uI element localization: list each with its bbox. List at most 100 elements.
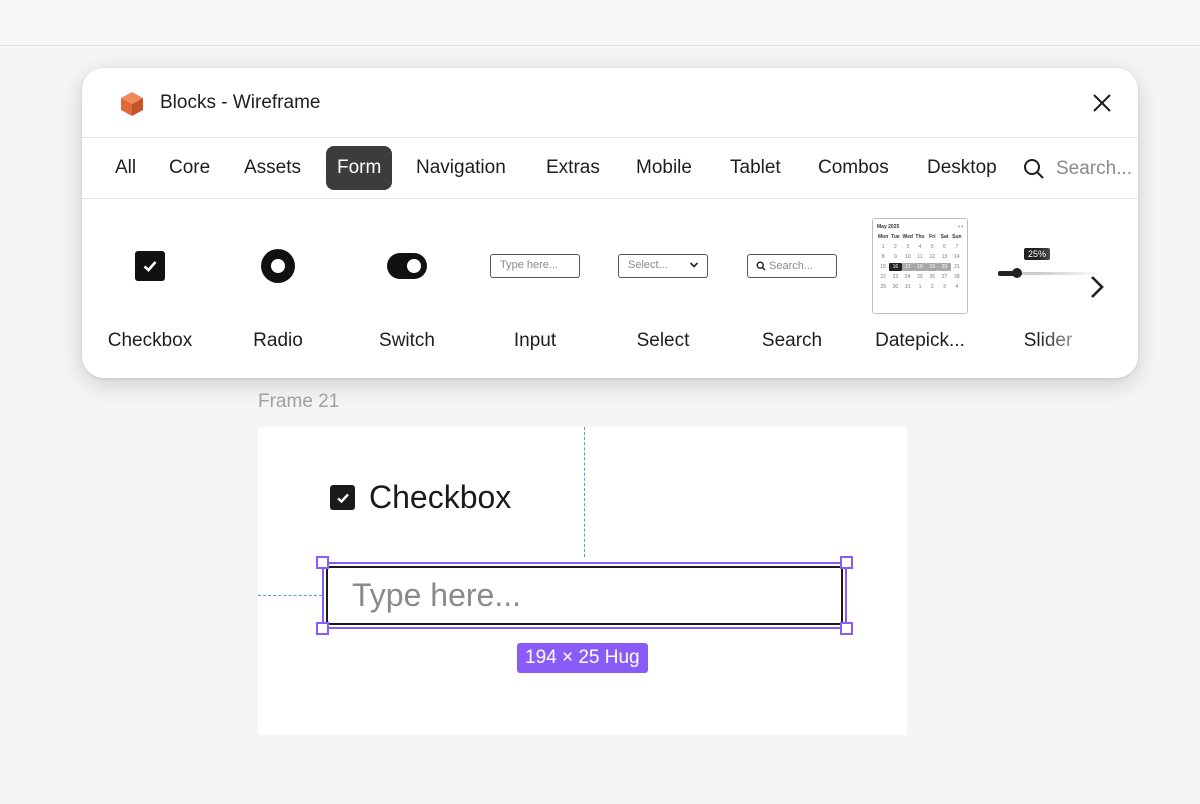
calendar-day: 22 xyxy=(880,274,886,280)
selection-box[interactable] xyxy=(316,556,853,635)
calendar-day: 28 xyxy=(954,274,960,280)
calendar-day: 20 xyxy=(938,263,951,271)
block-search[interactable]: Search... Search xyxy=(728,200,856,378)
resize-handle-top-left[interactable] xyxy=(316,556,329,569)
checkbox-checked-icon xyxy=(135,251,165,281)
checkbox-label: Checkbox xyxy=(369,479,512,515)
chevron-down-icon xyxy=(689,262,699,268)
tab-tablet[interactable]: Tablet xyxy=(719,146,792,190)
calendar-day: 3 xyxy=(906,244,910,250)
size-badge: 194 × 25 Hug xyxy=(517,643,648,673)
calendar-day: 14 xyxy=(954,254,960,260)
search-preview-text: Search... xyxy=(769,259,814,272)
search-input[interactable] xyxy=(1056,153,1138,185)
block-label: Select xyxy=(636,330,690,351)
resize-handle-bottom-left[interactable] xyxy=(316,622,329,635)
search-icon[interactable] xyxy=(1022,157,1046,181)
resize-handle-top-right[interactable] xyxy=(840,556,853,569)
calendar-day: 17 xyxy=(901,263,914,271)
calendar-day: 31 xyxy=(904,284,911,290)
calendar-day: 30 xyxy=(892,284,899,290)
calendar-day: 1 xyxy=(881,244,885,250)
search-icon xyxy=(756,261,766,271)
calendar-day: 6 xyxy=(943,244,946,250)
block-label: Slider xyxy=(1023,330,1073,351)
calendar-weekday: Thu xyxy=(915,234,925,240)
calendar-day: 23 xyxy=(892,274,899,280)
canvas-text-input[interactable] xyxy=(326,566,843,625)
block-radio[interactable]: Radio xyxy=(214,200,342,378)
calendar-day: 12 xyxy=(929,254,936,260)
block-label: Radio xyxy=(253,330,303,351)
tab-assets[interactable]: Assets xyxy=(233,146,312,190)
slider-thumb xyxy=(1012,268,1022,278)
calendar-day: 18 xyxy=(913,263,927,271)
calendar-day: 15 xyxy=(880,264,886,270)
calendar-day: 11 xyxy=(917,254,923,260)
block-label: Input xyxy=(513,330,557,351)
tab-desktop[interactable]: Desktop xyxy=(916,146,1008,190)
block-label: Checkbox xyxy=(107,330,193,351)
block-select[interactable]: Select... Select xyxy=(599,200,727,378)
tab-mobile[interactable]: Mobile xyxy=(625,146,703,190)
vertical-guide xyxy=(584,427,585,557)
calendar-month: May 2025 xyxy=(877,224,900,230)
tab-extras[interactable]: Extras xyxy=(535,146,611,190)
tab-combos[interactable]: Combos xyxy=(807,146,900,190)
blocks-gallery: Checkbox Radio Switch Type here... Input… xyxy=(82,200,1138,378)
calendar-day: 25 xyxy=(917,274,923,280)
calendar-weekday: Mon xyxy=(878,234,889,240)
calendar-day: 19 xyxy=(926,263,939,271)
checkbox-checked-icon[interactable] xyxy=(330,485,355,510)
tab-navigation[interactable]: Navigation xyxy=(405,146,517,190)
calendar-nav-icon: ‹ › xyxy=(958,224,963,230)
calendar-preview: May 2025 ‹ › Mon Tue Wed Thu Fri Sat Sun 1 2 3 4 5 6… xyxy=(872,218,968,314)
frame-label[interactable]: Frame 21 xyxy=(258,391,339,413)
calendar-weekday: Wed xyxy=(902,234,913,240)
block-label: Search xyxy=(761,330,823,351)
block-input[interactable]: Type here... Input xyxy=(471,200,599,378)
resize-handle-bottom-right[interactable] xyxy=(840,622,853,635)
calendar-day: 29 xyxy=(880,284,886,290)
calendar-day: 9 xyxy=(894,254,897,260)
calendar-weekday: Sun xyxy=(952,234,962,240)
slider-preview-widget: 25% xyxy=(998,246,1098,286)
calendar-day: 7 xyxy=(955,244,959,250)
tab-core[interactable]: Core xyxy=(158,146,221,190)
calendar-day: 5 xyxy=(930,244,934,250)
top-bar xyxy=(0,0,1200,46)
tab-form[interactable]: Form xyxy=(326,146,393,190)
calendar-weekday: Fri xyxy=(929,234,936,240)
search-preview-field: Search... xyxy=(747,254,837,278)
input-preview-field: Type here... xyxy=(490,254,580,278)
switch-preview xyxy=(343,216,471,316)
plugin-panel: Blocks - Wireframe All Core Assets Form … xyxy=(82,68,1138,378)
tab-all[interactable]: All xyxy=(104,146,147,190)
canvas-checkbox[interactable]: Checkbox xyxy=(330,479,511,516)
calendar-grid: Mon Tue Wed Thu Fri Sat Sun 1 2 3 4 5 6 7 8 9 10 11 12 13 14… xyxy=(877,233,963,291)
calendar-day: 8 xyxy=(881,254,885,260)
block-checkbox[interactable]: Checkbox xyxy=(86,200,214,378)
calendar-day: 24 xyxy=(904,274,911,280)
panel-title: Blocks - Wireframe xyxy=(160,92,321,113)
checkbox-preview xyxy=(86,216,214,316)
close-icon[interactable] xyxy=(1090,91,1114,115)
select-preview-field: Select... xyxy=(618,254,708,278)
block-switch[interactable]: Switch xyxy=(343,200,471,378)
block-datepicker[interactable]: May 2025 ‹ › Mon Tue Wed Thu Fri Sat Sun 1 2 3 4 5 6… xyxy=(856,200,984,378)
search-preview: Search... xyxy=(728,216,856,316)
calendar-weekday: Sat xyxy=(940,234,949,240)
box-logo-icon xyxy=(121,92,143,116)
datepicker-preview: May 2025 ‹ › Mon Tue Wed Thu Fri Sat Sun 1 2 3 4 5 6… xyxy=(856,216,984,316)
canvas-frame[interactable]: Checkbox 194 × 25 Hug xyxy=(258,427,907,735)
calendar-day: 13 xyxy=(941,254,948,260)
calendar-day: 4 xyxy=(918,244,922,250)
chevron-right-icon[interactable] xyxy=(1086,272,1108,302)
switch-on-icon xyxy=(387,253,427,279)
calendar-day: 10 xyxy=(904,254,911,260)
calendar-day: 21 xyxy=(954,264,960,270)
calendar-day: 1 xyxy=(918,284,922,290)
calendar-day: 26 xyxy=(929,274,936,280)
slider-tooltip: 25% xyxy=(1024,248,1051,260)
select-preview-text: Select... xyxy=(628,259,668,271)
